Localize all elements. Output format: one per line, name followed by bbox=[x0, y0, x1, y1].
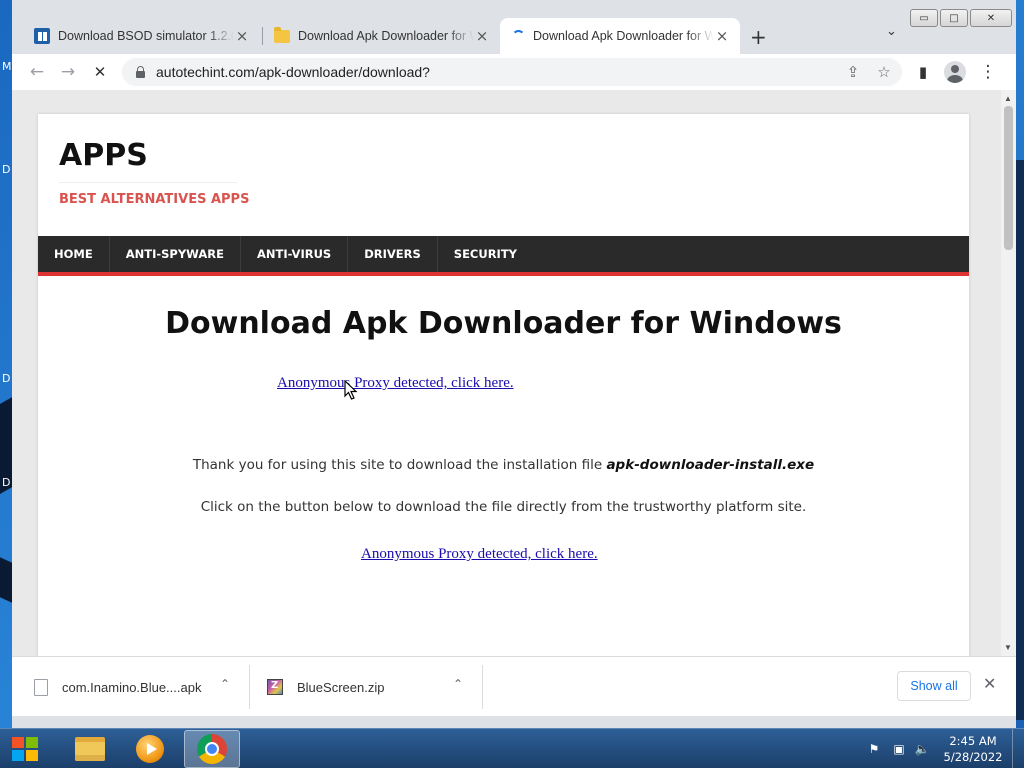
page-content: APPS BEST ALTERNATIVES APPS HOME ANTI-SP… bbox=[38, 114, 969, 656]
taskbar: ⚑ ▣ 🔈 2:45 AM 5/28/2022 bbox=[0, 728, 1024, 768]
close-tab-icon[interactable]: × bbox=[474, 27, 490, 45]
download-item-apk[interactable]: com.Inamino.Blue....apk bbox=[34, 665, 234, 709]
stop-loading-button[interactable]: ✕ bbox=[89, 61, 111, 83]
downloads-bar: com.Inamino.Blue....apk ⌃ BlueScreen.zip… bbox=[12, 656, 1016, 716]
show-all-downloads-button[interactable]: Show all bbox=[897, 671, 971, 701]
start-button[interactable] bbox=[12, 737, 38, 761]
clock-date: 5/28/2022 bbox=[943, 750, 1003, 764]
download-item-zip[interactable]: BlueScreen.zip bbox=[267, 665, 467, 709]
taskbar-chrome[interactable] bbox=[184, 730, 240, 768]
windows-logo-icon bbox=[12, 737, 24, 748]
taskbar-explorer[interactable] bbox=[62, 730, 118, 768]
desktop-icon-label[interactable]: D bbox=[2, 163, 10, 176]
mouse-cursor-icon bbox=[344, 380, 358, 400]
close-downloads-bar-icon[interactable]: ✕ bbox=[983, 674, 996, 693]
back-button[interactable]: ← bbox=[26, 61, 48, 83]
thank-you-text-label: Thank you for using this site to downloa… bbox=[192, 457, 607, 473]
desktop-shape bbox=[0, 557, 12, 603]
nav-item-drivers[interactable]: DRIVERS bbox=[348, 236, 438, 272]
browser-toolbar: ← → ✕ autotechint.com/apk-downloader/dow… bbox=[12, 54, 1016, 90]
proxy-link-top[interactable]: Anonymous Proxy detected, click here. bbox=[277, 375, 514, 392]
desktop-icon-label[interactable]: D bbox=[2, 372, 10, 385]
bsod-app-icon bbox=[34, 28, 50, 44]
profile-avatar-icon[interactable] bbox=[944, 61, 966, 83]
nav-item-security[interactable]: SECURITY bbox=[438, 236, 533, 272]
nav-item-anti-virus[interactable]: ANTI-VIRUS bbox=[241, 236, 349, 272]
download-separator bbox=[482, 665, 483, 709]
bookmark-star-icon[interactable]: ☆ bbox=[873, 61, 895, 83]
windows-logo-icon bbox=[26, 750, 38, 761]
desktop-shape bbox=[1016, 160, 1024, 720]
tab-title: Download Apk Downloader for W bbox=[298, 29, 474, 43]
download-file-name: BlueScreen.zip bbox=[297, 679, 385, 695]
proxy-link-bottom[interactable]: Anonymous Proxy detected, click here. bbox=[361, 546, 598, 563]
lock-icon[interactable] bbox=[136, 66, 145, 78]
download-file-name: com.Inamino.Blue....apk bbox=[62, 679, 202, 695]
network-icon[interactable]: ▣ bbox=[891, 741, 907, 757]
close-tab-icon[interactable]: × bbox=[234, 27, 250, 45]
title-divider bbox=[59, 182, 237, 183]
windows-logo-icon bbox=[26, 737, 38, 748]
thank-you-text: Thank you for using this site to downloa… bbox=[38, 457, 969, 473]
address-bar[interactable]: autotechint.com/apk-downloader/download?… bbox=[122, 58, 902, 86]
loading-spinner-icon bbox=[512, 29, 525, 43]
download-instruction-text: Click on the button below to download th… bbox=[200, 499, 807, 515]
action-center-icon[interactable]: ⚑ bbox=[866, 741, 882, 757]
close-tab-icon[interactable]: × bbox=[714, 27, 730, 45]
forward-button[interactable]: → bbox=[57, 61, 79, 83]
page-viewport: APPS BEST ALTERNATIVES APPS HOME ANTI-SP… bbox=[12, 90, 1016, 656]
install-file-name: apk-downloader-install.exe bbox=[606, 457, 815, 473]
folder-icon bbox=[274, 26, 290, 43]
system-clock[interactable]: 2:45 AM 5/28/2022 bbox=[942, 733, 1004, 765]
tab-apk-downloader-1[interactable]: Download Apk Downloader for W × bbox=[262, 18, 500, 54]
media-player-icon bbox=[136, 735, 164, 763]
nav-item-home[interactable]: HOME bbox=[38, 236, 110, 272]
volume-icon[interactable]: 🔈 bbox=[914, 741, 930, 757]
download-options-chevron-icon[interactable]: ⌃ bbox=[453, 677, 463, 691]
url-text[interactable]: autotechint.com/apk-downloader/download? bbox=[156, 64, 430, 80]
tab-search-button[interactable]: ⌄ bbox=[886, 24, 897, 39]
zip-icon bbox=[267, 679, 283, 695]
menu-kebab-icon[interactable]: ⋮ bbox=[977, 61, 999, 83]
new-tab-button[interactable]: + bbox=[750, 25, 767, 49]
file-icon bbox=[34, 678, 48, 696]
site-tagline: BEST ALTERNATIVES APPS bbox=[59, 192, 250, 207]
scrollbar-thumb[interactable] bbox=[1004, 106, 1013, 250]
download-options-chevron-icon[interactable]: ⌃ bbox=[220, 677, 230, 691]
vertical-scrollbar[interactable]: ▲ ▼ bbox=[1001, 90, 1016, 656]
nav-item-anti-spyware[interactable]: ANTI-SPYWARE bbox=[110, 236, 241, 272]
side-panel-icon[interactable]: ▮ bbox=[912, 61, 934, 83]
share-icon[interactable]: ⇪ bbox=[842, 61, 864, 83]
desktop-icon-label[interactable]: M bbox=[2, 60, 12, 73]
tab-strip: Download BSOD simulator 1.2.0 × Download… bbox=[12, 18, 1016, 54]
tab-apk-downloader-active[interactable]: Download Apk Downloader for W × bbox=[500, 18, 740, 54]
desktop-icon-label[interactable]: D bbox=[2, 476, 10, 489]
chrome-icon bbox=[197, 734, 227, 764]
show-desktop-button[interactable] bbox=[1012, 729, 1024, 768]
scroll-up-arrow-icon[interactable]: ▲ bbox=[1004, 94, 1012, 103]
site-title[interactable]: APPS bbox=[59, 138, 148, 173]
taskbar-media-player[interactable] bbox=[122, 730, 178, 768]
page-heading: Download Apk Downloader for Windows bbox=[165, 306, 842, 341]
tab-title: Download BSOD simulator 1.2.0 bbox=[58, 29, 234, 43]
clock-time: 2:45 AM bbox=[949, 734, 997, 748]
main-navigation: HOME ANTI-SPYWARE ANTI-VIRUS DRIVERS SEC… bbox=[38, 236, 969, 276]
tab-bsod-simulator[interactable]: Download BSOD simulator 1.2.0 × bbox=[22, 18, 260, 54]
windows-explorer-icon bbox=[75, 737, 105, 761]
scroll-down-arrow-icon[interactable]: ▼ bbox=[1004, 643, 1012, 652]
windows-logo-icon bbox=[12, 750, 24, 761]
browser-window: ▭ □ ✕ Download BSOD simulator 1.2.0 × Do… bbox=[12, 0, 1016, 728]
tab-title: Download Apk Downloader for W bbox=[533, 29, 714, 43]
download-separator bbox=[249, 665, 250, 709]
